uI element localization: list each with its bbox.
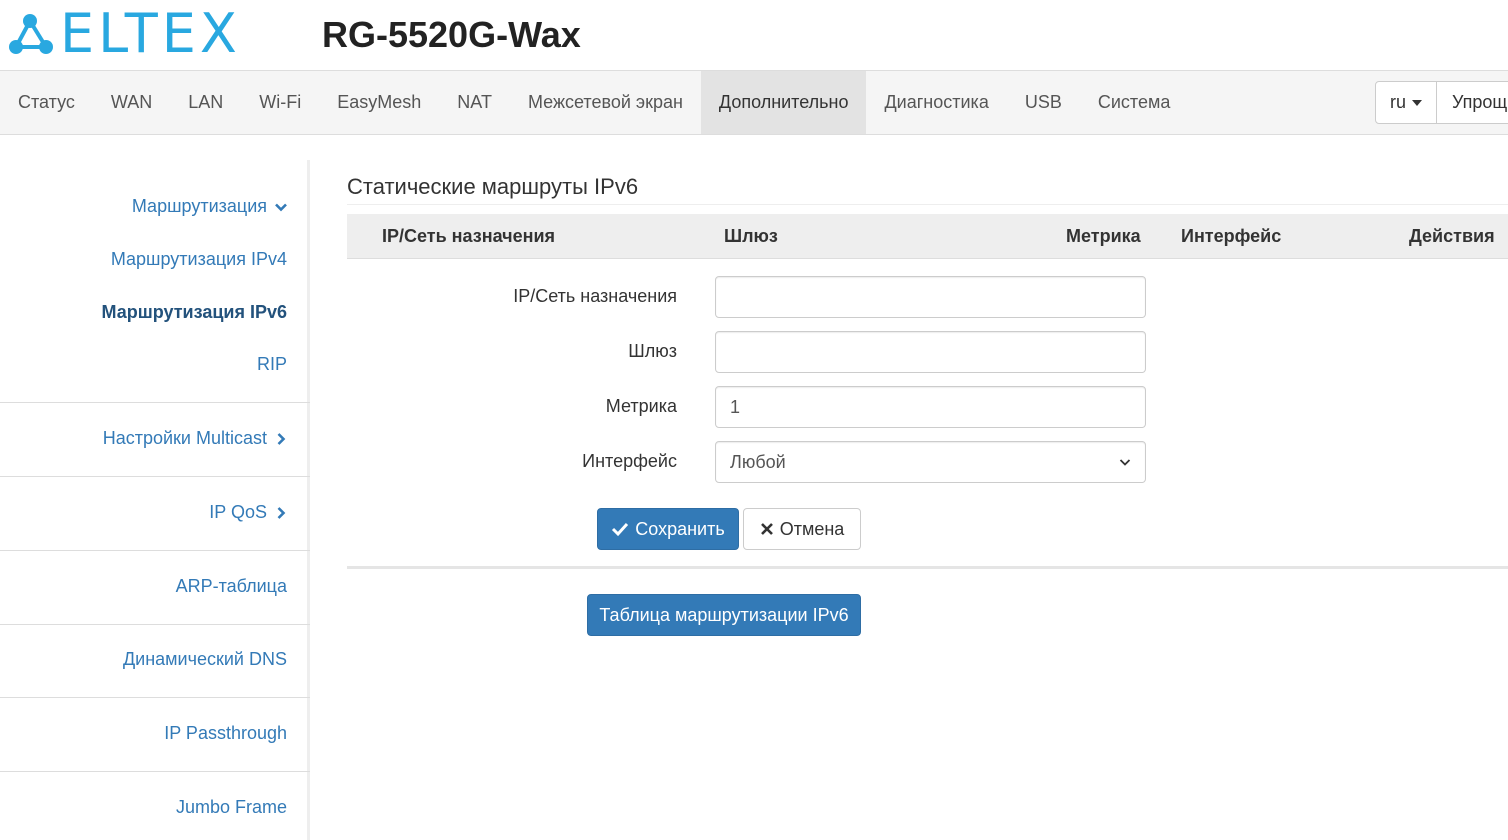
sidebar-item-ip-qos[interactable]: IP QoS (209, 502, 287, 523)
interface-selected-value: Любой (730, 451, 786, 472)
sidebar-item-label: IP Passthrough (164, 723, 287, 743)
nav-item-wifi[interactable]: Wi-Fi (241, 71, 319, 134)
sidebar-item-label: Jumbo Frame (175, 797, 287, 817)
metric-label: Метрика (605, 396, 677, 416)
title-divider (347, 204, 1508, 205)
chevron-right-icon (277, 432, 286, 445)
column-header-actions: Действия (1409, 226, 1495, 246)
destination-input[interactable] (715, 276, 1146, 318)
sidebar-divider (0, 550, 310, 551)
column-header-interface: Интерфейс (1181, 226, 1282, 246)
top-navbar: Статус WAN LAN Wi-Fi EasyMesh NAT Межсет… (0, 70, 1508, 135)
nav-item-firewall[interactable]: Межсетевой экран (510, 71, 701, 134)
sidebar: Маршрутизация Маршрутизация IPv4 Маршрут… (0, 160, 310, 840)
gateway-label: Шлюз (628, 341, 677, 361)
header: ELTEX RG-5520G-Wax (0, 0, 1508, 70)
eltex-logo[interactable]: ELTEX (6, 6, 246, 62)
language-dropdown[interactable]: ru (1375, 81, 1437, 124)
sidebar-item-dynamic-dns[interactable]: Динамический DNS (123, 649, 287, 670)
sidebar-item-label: Маршрутизация IPv4 (110, 249, 287, 269)
sidebar-item-rip[interactable]: RIP (257, 354, 287, 375)
nav-item-nat[interactable]: NAT (439, 71, 510, 134)
language-label: ru (1389, 92, 1406, 112)
sidebar-divider (0, 624, 310, 625)
nav-right-controls: ru Упрощ (1375, 81, 1508, 124)
sidebar-divider (0, 402, 310, 403)
metric-input[interactable] (715, 386, 1146, 428)
sidebar-item-routing-ipv6[interactable]: Маршрутизация IPv6 (102, 302, 287, 323)
logo-text: ELTEX (60, 2, 241, 65)
sidebar-item-routing[interactable]: Маршрутизация (132, 196, 287, 217)
sidebar-divider (0, 697, 310, 698)
device-model-title: RG-5520G-Wax (322, 14, 581, 55)
nav-item-diagnostics[interactable]: Диагностика (866, 71, 1006, 134)
sidebar-item-label: IP QoS (209, 502, 267, 522)
column-header-metric: Метрика (1066, 226, 1141, 246)
gateway-input[interactable] (715, 331, 1146, 373)
chevron-down-icon (275, 203, 287, 211)
save-button-label: Сохранить (635, 518, 725, 539)
interface-label: Интерфейс (582, 451, 677, 471)
sidebar-divider (0, 476, 310, 477)
nav-item-wan[interactable]: WAN (93, 71, 170, 134)
save-button[interactable]: Сохранить (597, 508, 739, 550)
sidebar-item-label: Маршрутизация (131, 196, 267, 216)
sidebar-item-multicast[interactable]: Настройки Multicast (103, 428, 287, 449)
nav-menu: Статус WAN LAN Wi-Fi EasyMesh NAT Межсет… (0, 71, 1188, 134)
cancel-button[interactable]: Отмена (743, 508, 861, 550)
interface-select[interactable]: Любой (715, 441, 1146, 483)
sidebar-item-jumbo-frame[interactable]: Jumbo Frame (176, 797, 287, 818)
checkmark-icon (612, 522, 629, 537)
logo-mark-icon (9, 14, 53, 54)
sidebar-item-arp-table[interactable]: ARP-таблица (176, 576, 287, 597)
chevron-right-icon (277, 506, 286, 519)
simple-mode-button[interactable]: Упрощ (1437, 81, 1508, 124)
nav-item-lan[interactable]: LAN (170, 71, 241, 134)
cancel-button-label: Отмена (779, 518, 845, 539)
nav-item-usb[interactable]: USB (1007, 71, 1080, 134)
column-header-gateway: Шлюз (724, 226, 778, 246)
close-icon (760, 523, 773, 535)
sidebar-item-label: Маршрутизация IPv6 (101, 302, 287, 322)
sidebar-item-label: RIP (256, 354, 287, 374)
sidebar-item-label: ARP-таблица (175, 576, 287, 596)
sidebar-item-routing-ipv4[interactable]: Маршрутизация IPv4 (111, 249, 287, 270)
sidebar-item-label: Настройки Multicast (102, 428, 267, 448)
sidebar-divider (0, 771, 310, 772)
nav-item-advanced[interactable]: Дополнительно (700, 71, 867, 134)
sidebar-item-label: Динамический DNS (122, 649, 287, 669)
nav-item-system[interactable]: Система (1080, 71, 1189, 134)
nav-item-status[interactable]: Статус (0, 71, 93, 134)
form-separator (347, 566, 1508, 569)
page-title: Статические маршруты IPv6 (347, 174, 639, 199)
nav-item-easymesh[interactable]: EasyMesh (319, 71, 439, 134)
caret-down-icon (1412, 99, 1422, 106)
routes-table-header: IP/Сеть назначения Шлюз Метрика Интерфей… (347, 214, 1508, 259)
ipv6-routing-table-button[interactable]: Таблица маршрутизации IPv6 (587, 594, 861, 636)
sidebar-item-ip-passthrough[interactable]: IP Passthrough (164, 723, 287, 744)
destination-label: IP/Сеть назначения (513, 286, 677, 306)
chevron-down-icon (1119, 459, 1131, 466)
column-header-destination: IP/Сеть назначения (382, 226, 556, 246)
